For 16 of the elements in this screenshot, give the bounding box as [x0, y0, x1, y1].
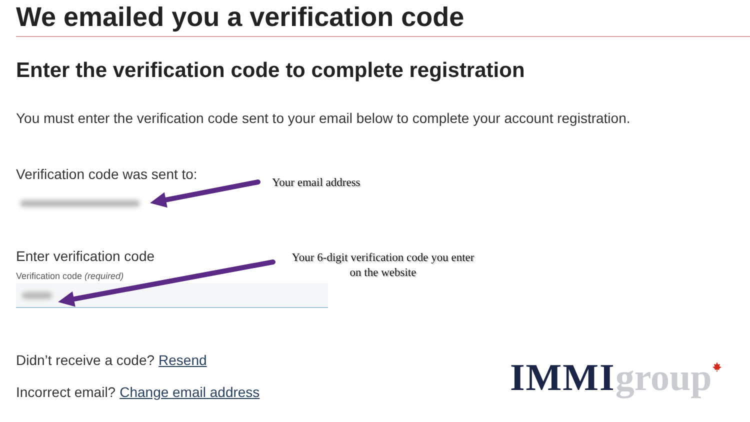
- resend-link[interactable]: Resend: [158, 352, 207, 368]
- logo-text: IMMI: [510, 358, 616, 398]
- field-heading: Enter verification code: [16, 247, 155, 265]
- section-heading: Enter the verification code to complete registration: [16, 58, 526, 84]
- page-title: We emailed you a verification code: [16, 0, 750, 37]
- sent-to-label: Verification code was sent to:: [16, 165, 198, 183]
- redacted-code: [22, 292, 52, 298]
- change-email-link[interactable]: Change email address: [120, 384, 260, 400]
- incorrect-email-prompt: Incorrect email?: [16, 384, 116, 400]
- resend-prompt: Didn’t receive a code?: [16, 352, 155, 368]
- verification-code-field[interactable]: [16, 283, 328, 308]
- instructions-text: You must enter the verification code sent to your email below to complete your account registration.: [16, 109, 630, 127]
- annotation-text: Your 6-digit verification code you enter on the website: [290, 251, 476, 281]
- field-label: Verification code (required): [16, 271, 124, 281]
- maple-leaf-icon: [712, 362, 722, 372]
- annotation-text: Your email address: [272, 176, 360, 191]
